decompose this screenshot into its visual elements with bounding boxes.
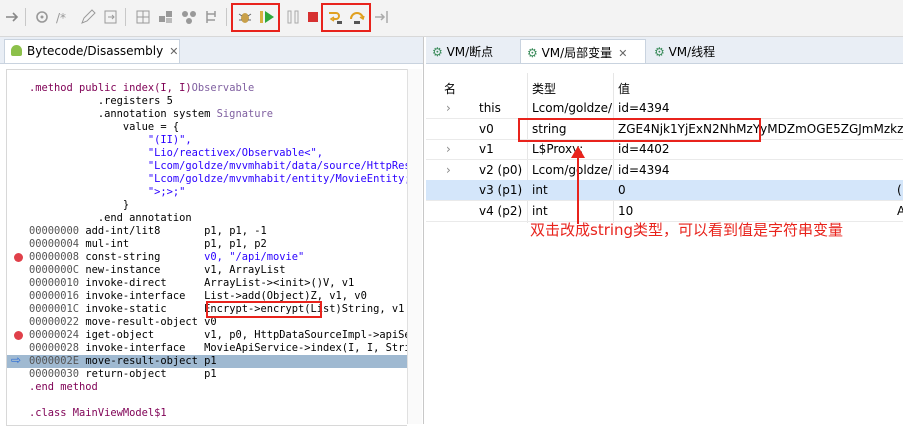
- toolbar-separator: [125, 8, 126, 26]
- code-editor[interactable]: .method public index(I, I)Observable .re…: [6, 69, 407, 426]
- close-icon[interactable]: ✕: [169, 45, 178, 58]
- breakpoint-icon[interactable]: [14, 253, 23, 262]
- refactor-icon[interactable]: [33, 8, 51, 26]
- var-type[interactable]: Lcom/goldze/: [532, 101, 612, 115]
- var-value: id=4402: [618, 142, 670, 156]
- var-name: v1: [479, 142, 494, 156]
- variable-row[interactable]: › this Lcom/goldze/id=4394: [426, 98, 903, 119]
- breakpoint-icon[interactable]: [14, 331, 23, 340]
- instruction-line[interactable]: 0000002E move-result-object p1: [29, 355, 217, 368]
- code-line: "(II)",: [29, 134, 192, 146]
- var-extra: A: [897, 203, 903, 218]
- var-name: v3 (p1): [479, 183, 523, 197]
- expand-chevron-icon[interactable]: ›: [446, 163, 451, 177]
- svg-text:/*: /*: [56, 11, 66, 25]
- instruction-line[interactable]: 00000028 invoke-interface MovieApiServic…: [29, 342, 407, 355]
- highlight-box-step: [321, 3, 371, 32]
- instruction-line[interactable]: 00000000 add-int/lit8 p1, p1, -1: [29, 225, 267, 238]
- code-line: .annotation system Signature: [29, 108, 273, 120]
- toolbar: /*: [0, 0, 903, 37]
- right-tabbar: ⚙ VM/断点 ⚙ VM/局部变量 ✕ ⚙ VM/线程: [426, 37, 903, 64]
- var-extra: (: [897, 183, 902, 197]
- code-line: value = {: [29, 121, 180, 133]
- tab-label: VM/断点: [446, 45, 494, 59]
- step-return-icon[interactable]: [372, 8, 390, 26]
- col-header-type: 类型: [532, 82, 557, 96]
- tab-vm-breakpoints[interactable]: ⚙ VM/断点: [426, 39, 518, 63]
- variable-row[interactable]: v3 (p1) int 0(: [426, 180, 903, 201]
- instruction-line[interactable]: 0000000C new-instance v1, ArrayList: [29, 264, 286, 277]
- vertical-scrollbar[interactable]: [407, 69, 422, 424]
- export-icon[interactable]: [102, 8, 120, 26]
- stop-icon[interactable]: [304, 8, 322, 26]
- col-header-value: 值: [618, 82, 631, 96]
- grid-icon[interactable]: [134, 8, 152, 26]
- variable-row[interactable]: › v2 (p0) Lcom/goldze/id=4394: [426, 160, 903, 181]
- highlight-box-encrypt: [206, 301, 322, 318]
- var-name: v4 (p2): [479, 203, 523, 218]
- annotation-text: 双击改成string类型，可以看到值是字符串变量: [530, 221, 844, 239]
- forward-icon[interactable]: [4, 8, 22, 26]
- tab-vm-threads[interactable]: ⚙ VM/线程: [648, 39, 738, 63]
- code-line: ">;>;": [29, 186, 186, 198]
- end-method-line: .end method: [29, 381, 98, 393]
- var-value: id=4394: [618, 101, 670, 115]
- var-value: id=4394: [618, 162, 670, 177]
- var-name: this: [479, 101, 501, 115]
- code-line: .registers 5: [29, 95, 173, 107]
- highlight-box-v0: [518, 118, 761, 142]
- code-line: "Lio/reactivex/Observable<",: [29, 147, 324, 159]
- tab-title: Bytecode/Disassembly: [27, 44, 164, 58]
- toolbar-separator: [226, 8, 227, 26]
- vm-icon: ⚙: [432, 45, 447, 59]
- graph-icon[interactable]: [180, 8, 198, 26]
- code-line: "Lcom/goldze/mvvmhabit/entity/MovieEntit…: [29, 173, 407, 185]
- variables-pane: ⚙ VM/断点 ⚙ VM/局部变量 ✕ ⚙ VM/线程 名 类型 值 › this L…: [426, 37, 903, 424]
- code-line: "Lcom/goldze/mvvmhabit/data/source/HttpR…: [29, 160, 407, 172]
- instruction-line[interactable]: 00000030 return-object p1: [29, 368, 217, 381]
- variable-row[interactable]: › v1 L$Proxy; id=4402: [426, 139, 903, 160]
- vm-icon: ⚙: [527, 46, 542, 60]
- code-line: .method public index(I, I)Observable: [29, 82, 255, 94]
- pencil-icon[interactable]: [79, 8, 97, 26]
- expand-chevron-icon[interactable]: ›: [446, 142, 451, 156]
- class-line: .class MainViewModel$1: [29, 407, 167, 419]
- tab-vm-local-variables[interactable]: ⚙ VM/局部变量 ✕: [520, 39, 646, 63]
- tab-bytecode-disassembly[interactable]: Bytecode/Disassembly ✕: [4, 39, 180, 63]
- code-line: }: [29, 199, 130, 211]
- tab-label: VM/线程: [668, 45, 716, 59]
- close-icon[interactable]: ✕: [618, 47, 627, 60]
- instruction-pointer-icon: ⇨: [11, 353, 22, 367]
- highlight-box-resume: [231, 3, 280, 32]
- instruction-line[interactable]: 00000010 invoke-direct ArrayList-><init>…: [29, 277, 354, 290]
- instruction-line[interactable]: 00000004 mul-int p1, p1, p2: [29, 238, 267, 251]
- tree-icon[interactable]: [203, 8, 221, 26]
- instruction-line[interactable]: 00000024 iget-object v1, p0, HttpDataSou…: [29, 329, 407, 342]
- blocks-icon[interactable]: [157, 8, 175, 26]
- var-value: 0: [618, 183, 626, 197]
- android-icon: [11, 45, 22, 56]
- instruction-line[interactable]: 00000022 move-result-object v0: [29, 316, 217, 329]
- left-tabbar: Bytecode/Disassembly ✕: [0, 37, 423, 64]
- pause-icon[interactable]: [284, 8, 302, 26]
- vm-icon: ⚙: [654, 45, 669, 59]
- var-name: v2 (p0): [479, 162, 523, 177]
- col-header-name: 名: [444, 82, 457, 96]
- code-line: .end annotation: [29, 212, 192, 224]
- expand-chevron-icon[interactable]: ›: [446, 101, 451, 115]
- tab-label: VM/局部变量: [541, 46, 613, 60]
- toolbar-separator: [25, 8, 26, 26]
- instruction-line[interactable]: 00000008 const-string v0, "/api/movie": [29, 251, 304, 264]
- comment-icon[interactable]: /*: [55, 8, 73, 26]
- bytecode-pane: Bytecode/Disassembly ✕ .method public ind…: [0, 37, 424, 426]
- var-value: 10: [618, 203, 634, 218]
- annotation-arrow: [568, 144, 588, 224]
